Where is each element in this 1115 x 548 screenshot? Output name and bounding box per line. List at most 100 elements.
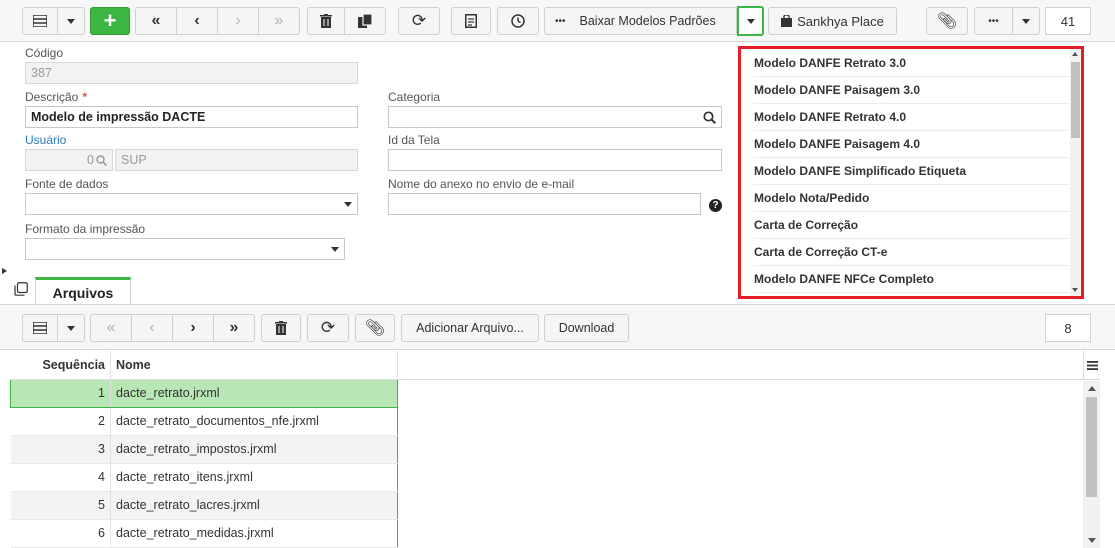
fonte-dados-select[interactable] — [25, 193, 358, 215]
double-chevron-left-icon: « — [106, 319, 116, 336]
chevron-down-icon — [67, 18, 75, 24]
first-record-button[interactable]: « — [135, 7, 177, 35]
cell-sequencia: 4 — [10, 463, 111, 492]
chevron-down-icon — [746, 18, 755, 24]
scroll-down-icon[interactable] — [1072, 288, 1078, 292]
baixar-modelos-dropdown-toggle[interactable] — [737, 6, 764, 36]
paperclip-icon: 📎︎ — [364, 320, 386, 337]
grid-scroll-thumb[interactable] — [1086, 397, 1097, 497]
files-grid-view-button[interactable] — [22, 314, 58, 342]
menu-item-danfe-paisagem-4[interactable]: Modelo DANFE Paisagem 4.0 — [753, 131, 1069, 158]
files-count-badge: 8 — [1045, 314, 1091, 342]
id-tela-field[interactable] — [388, 149, 722, 171]
scroll-down-icon[interactable] — [1088, 538, 1096, 543]
chevron-left-icon: ‹ — [194, 12, 200, 29]
categoria-field[interactable] — [388, 106, 722, 128]
usuario-link[interactable]: Usuário — [25, 133, 66, 147]
formato-impressao-select[interactable] — [25, 238, 345, 260]
menu-item-danfe-retrato-3[interactable]: Modelo DANFE Retrato 3.0 — [753, 50, 1069, 77]
download-button[interactable]: Download — [544, 314, 629, 342]
table-header-row: Sequência Nome — [10, 351, 398, 380]
sankhya-place-button[interactable]: Sankhya Place — [768, 7, 897, 35]
files-last-button[interactable]: » — [213, 314, 255, 342]
menu-item-danfe-simplificado-etiqueta[interactable]: Modelo DANFE Simplificado Etiqueta — [753, 158, 1069, 185]
delete-button[interactable] — [307, 7, 345, 35]
table-header-filler — [397, 351, 1083, 380]
grid-view-button[interactable] — [22, 7, 58, 35]
previous-record-button[interactable]: ‹ — [176, 7, 218, 35]
menu-item-danfe-nfce-completo[interactable]: Modelo DANFE NFCe Completo — [753, 266, 1069, 293]
history-button[interactable] — [497, 7, 539, 35]
add-file-button[interactable]: Adicionar Arquivo... — [401, 314, 539, 342]
files-attachment-button[interactable]: 📎︎ — [355, 314, 395, 342]
files-first-button[interactable]: « — [90, 314, 132, 342]
nome-anexo-field[interactable] — [388, 193, 701, 215]
collapse-arrow-icon[interactable] — [2, 268, 7, 274]
duplicate-button[interactable] — [344, 7, 386, 35]
cell-sequencia: 3 — [10, 435, 111, 464]
files-delete-button[interactable] — [261, 314, 301, 342]
formato-impressao-label: Formato da impressão — [25, 222, 146, 236]
usuario-code-value: 0 — [87, 153, 94, 167]
search-icon[interactable] — [703, 110, 716, 124]
grid-scrollbar[interactable] — [1083, 381, 1100, 548]
plus-icon: + — [103, 8, 117, 33]
column-header-nome[interactable]: Nome — [110, 351, 398, 380]
dropdown-scroll-thumb[interactable] — [1071, 62, 1080, 138]
chevron-down-icon — [331, 246, 339, 252]
table-row[interactable]: 5 dacte_retrato_lacres.jrxml — [10, 491, 398, 520]
cell-sequencia: 1 — [10, 378, 111, 408]
cell-nome: dacte_retrato_impostos.jrxml — [110, 435, 398, 464]
menu-item-nota-pedido[interactable]: Modelo Nota/Pedido — [753, 185, 1069, 212]
descricao-field[interactable]: Modelo de impressão DACTE — [25, 106, 358, 128]
more-actions-dropdown[interactable] — [1012, 7, 1040, 35]
files-next-button[interactable]: › — [172, 314, 214, 342]
table-row[interactable]: 2 dacte_retrato_documentos_nfe.jrxml — [10, 407, 398, 436]
duplicate-tab-icon[interactable] — [14, 282, 28, 296]
tab-arquivos[interactable]: Arquivos — [35, 277, 131, 305]
add-button[interactable]: + — [90, 7, 130, 35]
cell-nome: dacte_retrato_itens.jrxml — [110, 463, 398, 492]
menu-item-carta-correcao[interactable]: Carta de Correção — [753, 212, 1069, 239]
grid-view-icon — [33, 15, 47, 27]
double-chevron-right-icon: » — [274, 12, 284, 29]
attachment-button[interactable]: 📎︎ — [926, 7, 968, 35]
add-file-label: Adicionar Arquivo... — [416, 321, 524, 335]
sankhya-place-label: Sankhya Place — [797, 13, 884, 29]
column-header-sequencia[interactable]: Sequência — [10, 351, 111, 380]
menu-item-carta-correcao-cte[interactable]: Carta de Correção CT-e — [753, 239, 1069, 266]
baixar-modelos-button[interactable]: ••• Baixar Modelos Padrões — [544, 7, 737, 35]
table-row[interactable]: 1 dacte_retrato.jrxml — [10, 378, 398, 408]
cell-sequencia: 2 — [10, 407, 111, 436]
files-refresh-button[interactable]: ⟳ — [307, 314, 349, 342]
cell-nome: dacte_retrato_lacres.jrxml — [110, 491, 398, 520]
help-icon[interactable]: ? — [709, 199, 722, 212]
files-toolbar: « ‹ › » ⟳ 📎︎ Adicionar Arquivo... Downlo… — [0, 305, 1115, 350]
chevron-down-icon — [344, 201, 352, 207]
download-label: Download — [558, 321, 615, 335]
view-options-dropdown[interactable] — [57, 7, 85, 35]
next-record-button[interactable]: › — [217, 7, 259, 35]
table-row[interactable]: 6 dacte_retrato_medidas.jrxml — [10, 519, 398, 548]
refresh-button[interactable]: ⟳ — [398, 7, 440, 35]
scroll-up-icon[interactable] — [1072, 52, 1078, 56]
menu-item-danfe-paisagem-3[interactable]: Modelo DANFE Paisagem 3.0 — [753, 77, 1069, 104]
id-tela-label: Id da Tela — [388, 133, 440, 147]
table-row[interactable]: 3 dacte_retrato_impostos.jrxml — [10, 435, 398, 464]
categoria-label: Categoria — [388, 90, 441, 104]
last-record-button[interactable]: » — [258, 7, 300, 35]
fonte-dados-label: Fonte de dados — [25, 177, 109, 191]
more-dots-icon: ••• — [555, 15, 566, 27]
files-view-options-dropdown[interactable] — [57, 314, 85, 342]
cell-sequencia: 6 — [10, 519, 111, 548]
column-menu-button[interactable] — [1083, 351, 1100, 380]
files-table: Sequência Nome 1 dacte_retrato.jrxml 2 d… — [10, 351, 398, 548]
dropdown-scrollbar[interactable] — [1070, 49, 1081, 296]
scroll-up-icon[interactable] — [1088, 386, 1096, 391]
files-previous-button[interactable]: ‹ — [131, 314, 173, 342]
menu-item-danfe-retrato-4[interactable]: Modelo DANFE Retrato 4.0 — [753, 104, 1069, 131]
search-icon — [96, 154, 107, 166]
table-row[interactable]: 4 dacte_retrato_itens.jrxml — [10, 463, 398, 492]
print-report-button[interactable] — [451, 7, 491, 35]
more-actions-button[interactable]: ••• — [974, 7, 1013, 35]
